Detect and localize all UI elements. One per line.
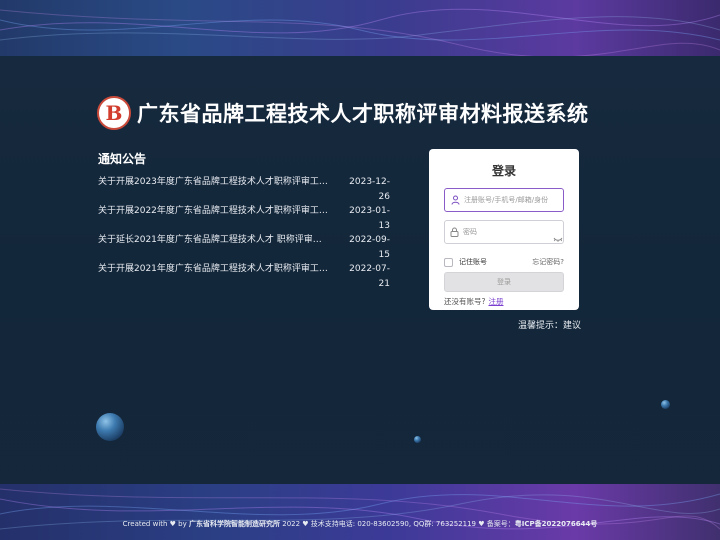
notice-date: 2023-12-26	[349, 177, 390, 202]
notice-title[interactable]: 关于开展2022年度广东省品牌工程技术人才职称评审工作的通知	[98, 204, 330, 233]
notice-item[interactable]: 关于开展2021年度广东省品牌工程技术人才职称评审工作的通知 2022-07-2…	[98, 262, 390, 291]
top-wave-banner	[0, 0, 720, 56]
eye-closed-icon[interactable]	[553, 228, 563, 242]
notice-item[interactable]: 关于开展2023年度广东省品牌工程技术人才职称评审工作的通知 2023-12-2…	[98, 175, 390, 204]
notice-date: 2023-01-13	[349, 206, 390, 231]
footer-created: Created with ♥ by	[122, 520, 187, 528]
footer-support: 2022 ♥ 技术支持电话: 020-83602590, QQ群: 763252…	[282, 520, 515, 528]
options-row: 记住账号 忘记密码?	[444, 257, 564, 267]
checkbox-box[interactable]	[444, 257, 453, 267]
footer: Created with ♥ by 广东省科学院智能制造研究所 2022 ♥ 技…	[0, 519, 720, 529]
notice-title[interactable]: 关于延长2021年度广东省品牌工程技术人才 职称评审申报时间的通知	[98, 233, 330, 262]
notice-title[interactable]: 关于开展2023年度广东省品牌工程技术人才职称评审工作的通知	[98, 175, 330, 204]
notice-item[interactable]: 关于延长2021年度广东省品牌工程技术人才 职称评审申报时间的通知 2022-0…	[98, 233, 390, 262]
site-header: B 广东省品牌工程技术人才职称评审材料报送系统	[97, 96, 589, 130]
notice-item[interactable]: 关于开展2022年度广东省品牌工程技术人才职称评审工作的通知 2023-01-1…	[98, 204, 390, 233]
account-field[interactable]	[444, 188, 564, 212]
register-link[interactable]: 注册	[488, 297, 503, 306]
password-field[interactable]	[444, 220, 564, 244]
password-input[interactable]	[463, 228, 553, 236]
no-account-label: 还没有账号?	[444, 297, 486, 306]
login-title: 登录	[491, 164, 516, 178]
logo-letter: B	[105, 101, 123, 125]
notice-panel: 通知公告 关于开展2023年度广东省品牌工程技术人才职称评审工作的通知 2023…	[98, 150, 390, 291]
tip-text: 温馨提示：建议	[518, 321, 582, 331]
lock-icon	[450, 227, 459, 237]
bottom-wave-banner	[0, 484, 720, 540]
account-input[interactable]	[464, 196, 554, 204]
notice-date: 2022-09-15	[349, 235, 390, 260]
footer-icp-link[interactable]: 粤ICP备2022076644号	[515, 520, 598, 528]
login-button[interactable]: 登录	[444, 272, 564, 292]
logo: B	[97, 96, 131, 130]
page-title: 广东省品牌工程技术人才职称评审材料报送系统	[137, 102, 589, 126]
notice-title[interactable]: 关于开展2021年度广东省品牌工程技术人才职称评审工作的通知	[98, 262, 330, 291]
login-card: 登录 记住账号 忘记密码? 登录 还没有账号?注册	[429, 149, 579, 310]
page-background: B 广东省品牌工程技术人才职称评审材料报送系统 通知公告 关于开展2023年度广…	[0, 0, 720, 540]
footer-org-link[interactable]: 广东省科学院智能制造研究所	[189, 520, 280, 528]
register-row: 还没有账号? 注册	[444, 296, 564, 307]
remember-checkbox[interactable]: 记住账号	[444, 257, 487, 267]
notice-date: 2022-07-21	[349, 264, 390, 289]
remember-label[interactable]: 记住账号	[459, 257, 487, 267]
forgot-password-link[interactable]: 忘记密码?	[532, 257, 564, 267]
decor-bubble-large	[96, 413, 124, 441]
decor-bubble-right	[661, 400, 670, 409]
decor-bubble-small	[414, 436, 421, 443]
notice-heading: 通知公告	[98, 152, 147, 166]
user-icon	[450, 195, 460, 205]
